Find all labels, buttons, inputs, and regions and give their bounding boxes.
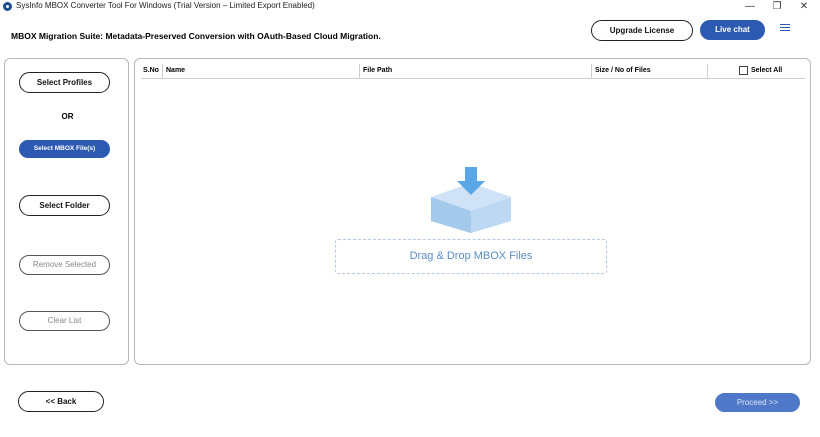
remove-selected-button[interactable]: Remove Selected (19, 255, 110, 275)
or-separator: OR (61, 112, 74, 121)
app-logo-icon (3, 2, 12, 11)
hamburger-menu-icon[interactable] (780, 24, 790, 32)
table-header: S.No Name File Path Size / No of Files S… (141, 64, 805, 79)
source-selection-panel: Select Profiles OR Select MBOX File(s) S… (4, 58, 129, 365)
clear-list-button[interactable]: Clear List (19, 311, 110, 331)
title-bar: SysInfo MBOX Converter Tool For Windows … (0, 0, 820, 14)
window-title: SysInfo MBOX Converter Tool For Windows … (16, 1, 315, 10)
minimize-button[interactable]: — (738, 0, 762, 14)
file-list-panel: S.No Name File Path Size / No of Files S… (134, 58, 811, 365)
column-header-sno: S.No (143, 67, 159, 74)
select-mbox-files-button[interactable]: Select MBOX File(s) (19, 140, 110, 158)
close-button[interactable]: ✕ (792, 0, 816, 14)
select-folder-button[interactable]: Select Folder (19, 195, 110, 216)
drag-drop-zone[interactable]: Drag & Drop MBOX Files (335, 239, 607, 274)
live-chat-button[interactable]: Live chat (700, 20, 765, 40)
restore-button[interactable]: ❐ (765, 0, 789, 14)
suite-title: MBOX Migration Suite: Metadata-Preserved… (11, 31, 381, 41)
back-button[interactable]: << Back (18, 391, 104, 412)
download-box-icon (431, 167, 511, 233)
select-all-checkbox[interactable] (739, 66, 748, 75)
select-profiles-button[interactable]: Select Profiles (19, 72, 110, 93)
upgrade-license-button[interactable]: Upgrade License (591, 20, 693, 41)
column-header-file-path: File Path (363, 67, 393, 74)
column-header-name: Name (166, 67, 186, 74)
proceed-button[interactable]: Proceed >> (715, 393, 800, 412)
select-all-label[interactable]: Select All (751, 67, 782, 74)
column-header-size: Size / No of Files (595, 67, 651, 74)
